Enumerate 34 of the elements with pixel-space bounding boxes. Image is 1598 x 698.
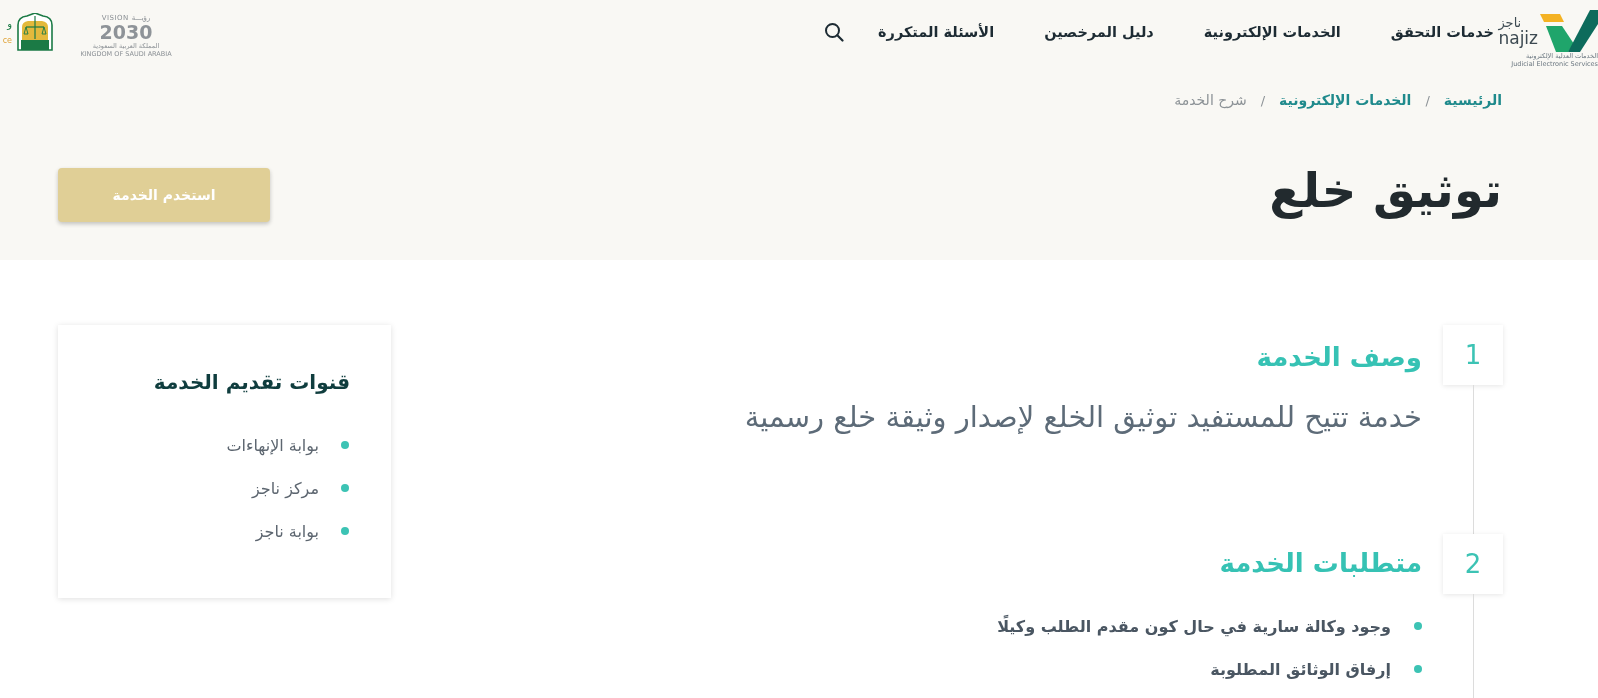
service-description: خدمة تتيح للمستفيد توثيق الخلع لإصدار وثيقة خلع رسمية <box>743 399 1422 436</box>
nav-link[interactable]: الخدمات الإلكترونية <box>1203 24 1341 40</box>
channel-item: بوابة الإنهاءات <box>226 435 319 455</box>
bullet-icon <box>1414 665 1422 673</box>
channel-item: بوابة ناجز <box>255 521 319 541</box>
nav-link[interactable]: خدمات التحقق <box>1390 24 1494 40</box>
logo-arabic-wordmark: ناجز <box>1498 16 1522 30</box>
scales-emblem-icon <box>15 13 55 51</box>
partial-logo-text: ce <box>2 37 12 45</box>
channel-item: مركز ناجز <box>252 478 319 498</box>
section-heading: متطلبات الخدمة <box>1218 547 1422 580</box>
current-page-title: شرح الخدمة <box>1174 92 1247 108</box>
breadcrumb-separator: / <box>1260 92 1266 108</box>
breadcrumb-separator: / <box>1425 92 1430 108</box>
requirement-text: وجود وكالة سارية في حال كون مقدم الطلب وكيلًا <box>997 616 1391 636</box>
breadcrumb-link[interactable]: الخدمات الإلكترونية <box>1279 92 1412 108</box>
bullet-icon <box>341 527 349 535</box>
partial-logo-glyph: و <box>7 19 12 29</box>
checkmark-logo-icon <box>1540 10 1598 52</box>
vision-year: 2030 <box>99 21 153 42</box>
nav-link[interactable]: الأسئلة المتكررة <box>878 24 995 40</box>
bullet-icon <box>341 441 349 449</box>
bullet-icon <box>341 484 349 492</box>
card-title: قنوات تقديم الخدمة <box>152 369 350 396</box>
nav-link[interactable]: دليل المرخصين <box>1044 24 1154 40</box>
logo-latin-wordmark: najiz <box>1498 30 1538 46</box>
step-number: 2 <box>1443 534 1503 594</box>
step-number: 1 <box>1443 325 1503 385</box>
section-heading: وصف الخدمة <box>1255 341 1422 375</box>
bullet-icon <box>1414 622 1422 630</box>
page-title: توثيق خلع <box>1269 161 1502 221</box>
breadcrumb-link[interactable]: الرئيسية <box>1443 92 1502 108</box>
search-icon[interactable] <box>824 22 844 42</box>
requirement-text: إرفاق الوثائق المطلوبة <box>1210 659 1391 679</box>
